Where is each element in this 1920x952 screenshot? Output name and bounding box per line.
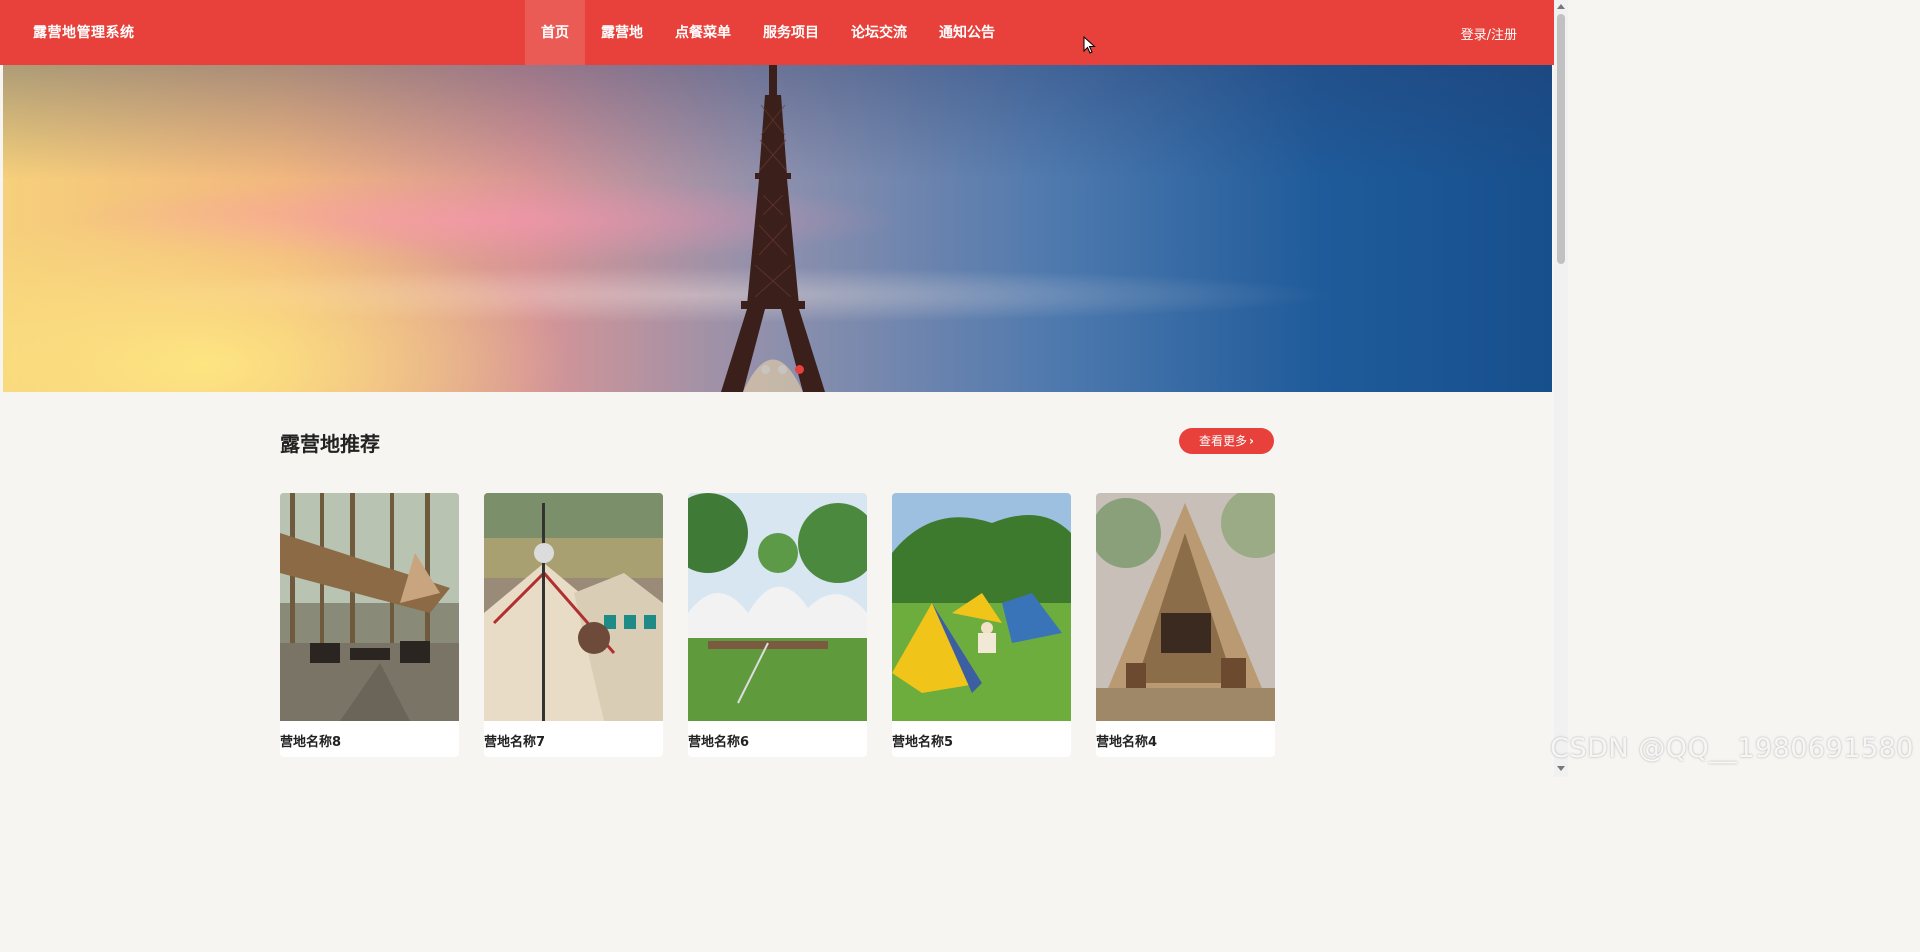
scroll-up-arrow-icon[interactable] <box>1557 4 1565 9</box>
carousel-dot-1[interactable] <box>761 365 770 374</box>
top-header: 露营地管理系统 首页 露营地 点餐菜单 服务项目 论坛交流 通知公告 登录/注册 <box>0 0 1554 65</box>
main-nav: 首页 露营地 点餐菜单 服务项目 论坛交流 通知公告 <box>525 0 1011 65</box>
campsite-card[interactable]: 营地名称7 <box>484 493 663 757</box>
campsite-card[interactable]: 营地名称4 <box>1096 493 1275 757</box>
campsite-card-title: 营地名称6 <box>688 735 750 750</box>
chevron-right-icon: › <box>1249 434 1254 448</box>
scroll-down-arrow-icon[interactable] <box>1557 766 1565 771</box>
nav-item-menu[interactable]: 点餐菜单 <box>659 0 747 65</box>
site-brand[interactable]: 露营地管理系统 <box>33 22 135 42</box>
page-scrollbar[interactable] <box>1554 0 1568 777</box>
nav-item-services[interactable]: 服务项目 <box>747 0 835 65</box>
campsite-image <box>484 493 663 721</box>
nav-item-home[interactable]: 首页 <box>525 0 585 65</box>
nav-item-notice[interactable]: 通知公告 <box>923 0 1011 65</box>
campsite-image <box>1096 493 1275 721</box>
scroll-thumb[interactable] <box>1557 14 1565 264</box>
campsite-card[interactable]: 营地名称8 <box>280 493 459 757</box>
carousel-dot-2[interactable] <box>778 365 787 374</box>
campsite-card-list: 营地名称8 营地名称7 营地名称6 营地名称5 营地名称4 <box>280 493 1275 757</box>
campsite-card[interactable]: 营地名称6 <box>688 493 867 757</box>
carousel-indicators <box>761 365 804 374</box>
nav-item-campsite[interactable]: 露营地 <box>585 0 659 65</box>
view-more-button[interactable]: 查看更多 › <box>1179 428 1274 454</box>
campsite-image <box>892 493 1071 721</box>
mouse-cursor-icon <box>1083 36 1096 54</box>
hero-carousel[interactable] <box>3 65 1552 392</box>
csdn-watermark: CSDN @QQ__1980691580 <box>1550 733 1914 764</box>
campsite-card[interactable]: 营地名称5 <box>892 493 1071 757</box>
nav-item-forum[interactable]: 论坛交流 <box>835 0 923 65</box>
eiffel-tower-image <box>721 65 825 392</box>
campsite-image <box>688 493 867 721</box>
campsite-card-title: 营地名称5 <box>892 735 954 750</box>
campsite-card-title: 营地名称4 <box>1096 735 1158 750</box>
section-title-recommend: 露营地推荐 <box>280 432 380 456</box>
view-more-label: 查看更多 <box>1199 434 1248 448</box>
carousel-dot-3[interactable] <box>795 365 804 374</box>
campsite-image <box>280 493 459 721</box>
login-register-link[interactable]: 登录/注册 <box>1461 24 1517 43</box>
campsite-card-title: 营地名称7 <box>484 735 546 750</box>
campsite-card-title: 营地名称8 <box>280 735 342 750</box>
